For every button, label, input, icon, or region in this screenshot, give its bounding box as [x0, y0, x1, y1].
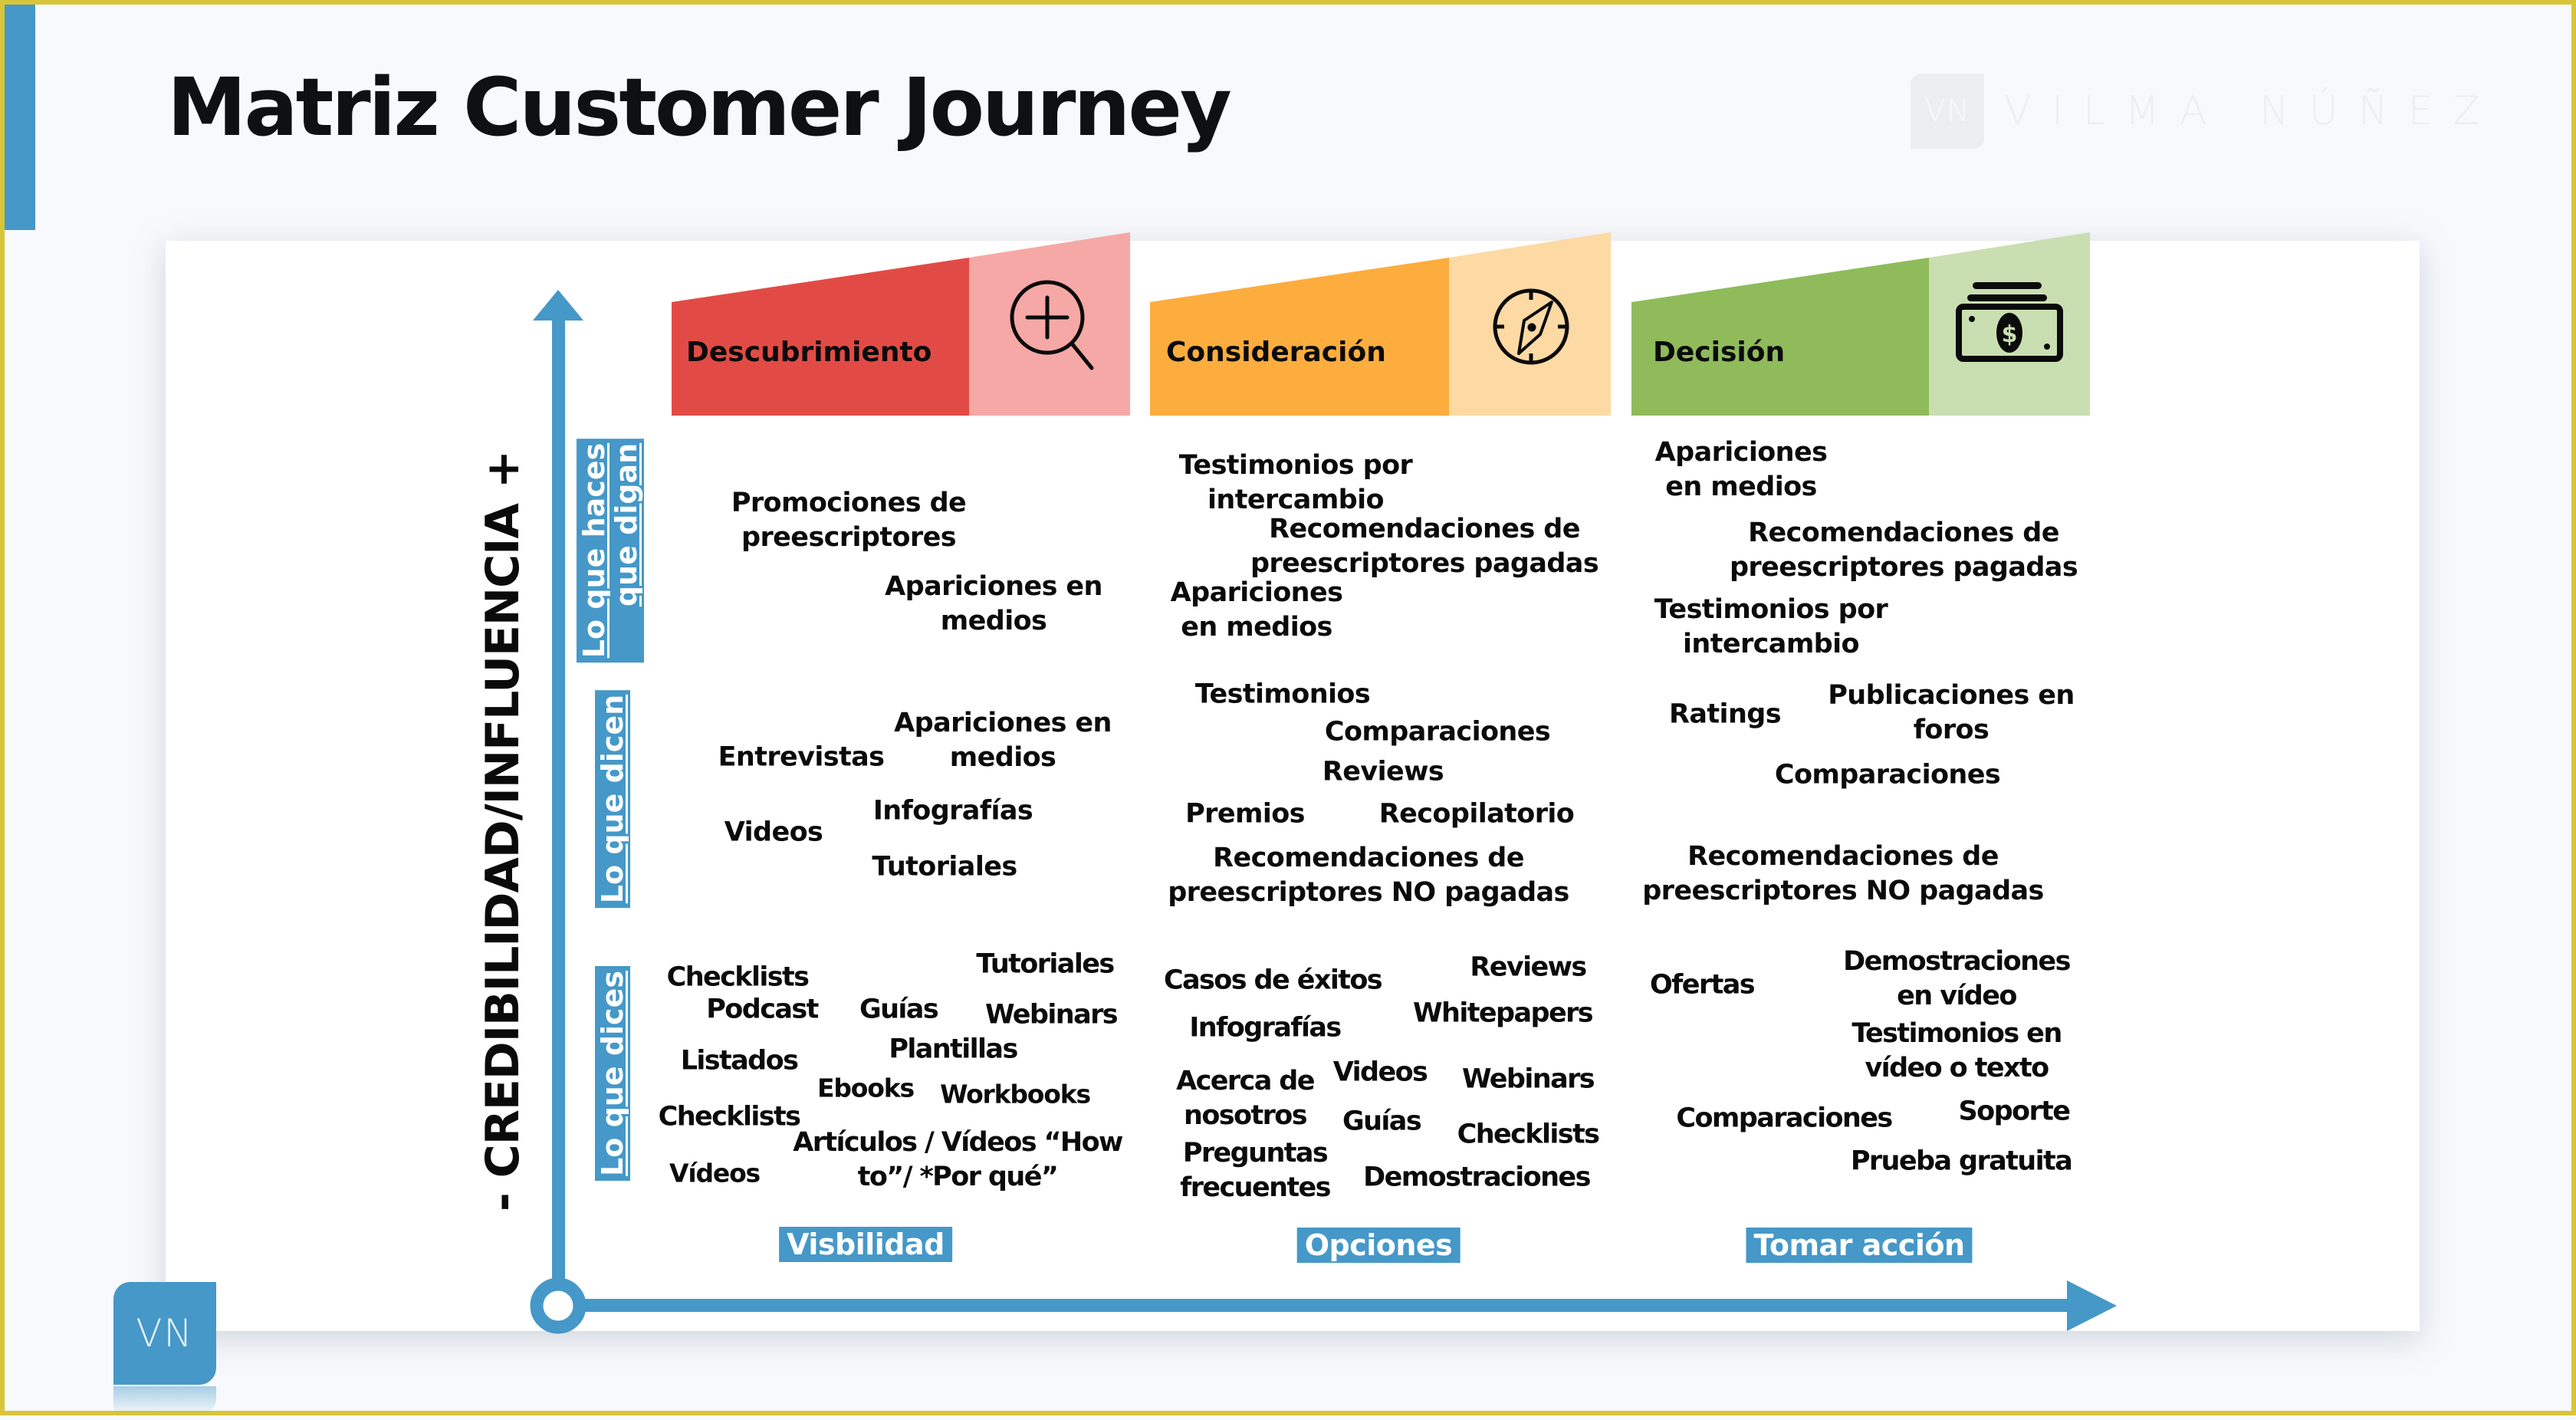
item-descubrimiento-dices-4: Guías — [859, 994, 939, 1025]
item-consideracion-dices-5: Acerca de nosotros — [1176, 1066, 1315, 1131]
item-consideracion-dicen-6: Recomendaciones de preescriptores NO pag… — [1168, 843, 1569, 908]
item-decision-dices-5: Soporte — [1958, 1096, 2071, 1127]
item-descubrimiento-dices-3: Podcast — [706, 994, 819, 1025]
stage-label-visibilidad: Visbilidad — [779, 1227, 952, 1262]
item-consideracion-dices-9: Checklists — [1457, 1119, 1600, 1150]
row-label-dicen: Lo que dicen — [595, 689, 630, 909]
item-consideracion-haces-1: Testimonios por intercambio — [1178, 450, 1413, 515]
item-descubrimiento-dices-9: Workbooks — [940, 1079, 1091, 1109]
item-decision-dices-4: Comparaciones — [1676, 1103, 1893, 1134]
y-axis-arrowhead — [533, 290, 583, 320]
x-axis — [576, 1280, 2117, 1331]
item-consideracion-dicen-2: Comparaciones — [1324, 716, 1551, 748]
stage-label-tomar-accion: Tomar acción — [1746, 1228, 1973, 1263]
item-descubrimiento-dices-2: Tutoriales — [976, 948, 1115, 980]
item-descubrimiento-dices-1: Checklists — [666, 961, 810, 993]
item-decision-dicen-2: Publicaciones en foros — [1828, 680, 2075, 745]
item-descubrimiento-dicen-4: Infografías — [872, 795, 1033, 827]
item-consideracion-dices-1: Casos de éxitos — [1163, 965, 1383, 996]
vn-logo-reflection — [113, 1386, 216, 1415]
column-title-decision: Decisión — [1653, 337, 1786, 368]
item-consideracion-haces-3: Apariciones en medios — [1170, 577, 1343, 643]
row-label-dices: Lo que dices — [595, 966, 630, 1181]
item-descubrimiento-dices-6: Plantillas — [889, 1034, 1018, 1065]
item-consideracion-dices-2: Reviews — [1470, 952, 1587, 983]
item-consideracion-dices-7: Webinars — [1462, 1063, 1595, 1095]
column-title-descubrimiento: Descubrimiento — [686, 337, 932, 368]
item-decision-dicen-1: Ratings — [1669, 698, 1782, 730]
item-descubrimiento-dices-10: Checklists — [658, 1101, 801, 1132]
item-consideracion-haces-2: Recomendaciones de preescriptores pagada… — [1250, 514, 1599, 579]
column-title-consideracion: Consideración — [1166, 337, 1386, 368]
item-consideracion-dices-3: Whitepapers — [1413, 998, 1594, 1029]
item-decision-dices-3: Testimonios en vídeo o texto — [1852, 1018, 2062, 1083]
axis-origin — [530, 1277, 586, 1334]
item-decision-haces-1: Apariciones en medios — [1654, 437, 1828, 502]
header-descubrimiento-icon-panel — [969, 232, 1130, 416]
item-decision-haces-3: Testimonios por intercambio — [1654, 594, 1888, 659]
item-descubrimiento-haces-1: Promociones de preescriptores — [731, 488, 967, 553]
item-consideracion-dicen-5: Recopilatorio — [1378, 798, 1575, 830]
item-descubrimiento-dices-8: Ebooks — [817, 1073, 915, 1103]
item-decision-dices-1: Ofertas — [1650, 969, 1756, 1001]
item-descubrimiento-dicen-5: Tutoriales — [872, 851, 1017, 883]
item-descubrimiento-dices-12: Vídeos — [669, 1158, 761, 1188]
item-decision-dicen-4: Recomendaciones de preescriptores NO pag… — [1642, 841, 2044, 906]
item-descubrimiento-haces-2: Apariciones en medios — [885, 571, 1102, 636]
y-axis-label: - CREDIBILIDAD/INFLUENCIA + — [476, 450, 530, 1212]
stage-label-opciones: Opciones — [1296, 1228, 1460, 1263]
item-consideracion-dices-4: Infografías — [1189, 1012, 1342, 1044]
item-descubrimiento-dicen-1: Entrevistas — [718, 741, 885, 773]
header-decision: $ — [1631, 232, 2090, 416]
item-decision-dices-2: Demostraciones en vídeo — [1843, 946, 2071, 1011]
item-consideracion-dicen-4: Premios — [1185, 798, 1305, 830]
item-consideracion-dicen-1: Testimonios — [1194, 679, 1371, 710]
item-descubrimiento-dicen-2: Apariciones en medios — [894, 708, 1112, 773]
item-consideracion-dices-11: Demostraciones — [1363, 1162, 1591, 1193]
item-descubrimiento-dices-11: Artículos / Vídeos “How to”/ *Por qué” — [793, 1127, 1123, 1192]
header-descubrimiento — [672, 232, 1130, 416]
item-decision-haces-2: Recomendaciones de preescriptores pagada… — [1729, 518, 2078, 583]
row-label-haces-que-digan: Lo que haces que digan — [577, 438, 644, 663]
item-consideracion-dices-6: Videos — [1332, 1057, 1428, 1088]
item-decision-dicen-3: Comparaciones — [1774, 759, 2001, 791]
item-descubrimiento-dicen-3: Videos — [724, 817, 823, 848]
item-descubrimiento-dices-5: Webinars — [985, 999, 1119, 1030]
x-axis-arrowhead — [2067, 1280, 2117, 1331]
item-consideracion-dices-10: Preguntas frecuentes — [1180, 1138, 1331, 1203]
vn-logo: VN — [113, 1282, 216, 1385]
svg-text:$: $ — [2002, 321, 2018, 348]
item-consideracion-dices-8: Guías — [1342, 1106, 1422, 1137]
item-descubrimiento-dices-7: Listados — [680, 1045, 799, 1077]
matrix-graphics: $ — [530, 232, 2117, 1334]
header-consideracion — [1150, 232, 1611, 416]
item-consideracion-dicen-3: Reviews — [1322, 756, 1444, 787]
item-decision-dices-6: Prueba gratuita — [1850, 1146, 2073, 1177]
